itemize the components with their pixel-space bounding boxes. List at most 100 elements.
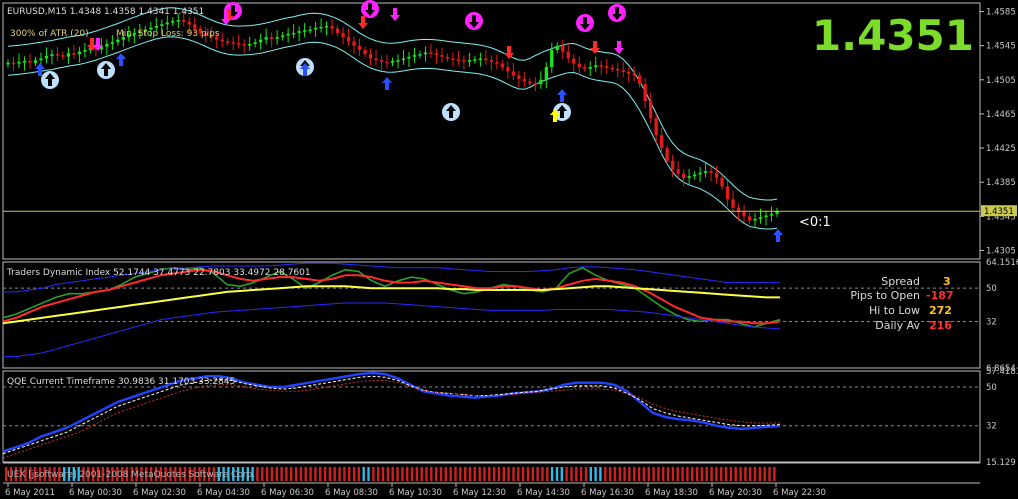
time-tick-label: 6 May 12:30 — [453, 488, 506, 498]
candle-body — [248, 44, 252, 46]
candle-body — [429, 52, 433, 54]
footer-signal-bar — [599, 467, 602, 481]
footer-signal-bar — [425, 467, 428, 481]
candle-body — [649, 101, 653, 119]
candle-body — [495, 61, 499, 64]
footer-signal-bar — [763, 467, 766, 481]
candle-body — [314, 27, 318, 30]
footer-signal-bar — [497, 467, 501, 481]
price-tick-label: 1.4305 — [986, 246, 1016, 256]
footer-signal-bar — [304, 467, 307, 481]
footer-signal-bar — [546, 467, 549, 481]
candle-body — [44, 55, 49, 59]
footer-signal-bar — [319, 467, 322, 481]
tdi-title: Traders Dynamic Index 52.1744 37.4773 22… — [6, 268, 311, 278]
footer-signal-bar — [734, 467, 737, 481]
footer-signal-bar — [377, 467, 380, 481]
candle-body — [319, 26, 323, 29]
footer-copyright: UEX [jsoftware] 2001-2008 MetaQuotes Sof… — [7, 470, 255, 480]
footer-signal-bar — [729, 467, 733, 481]
footer-signal-bar — [710, 467, 713, 481]
candle-body — [22, 61, 27, 63]
candle-body — [418, 54, 422, 56]
candle-body — [264, 37, 268, 40]
candle-body — [753, 218, 757, 221]
footer-signal-bar — [642, 467, 646, 481]
candle-body — [423, 52, 428, 55]
candle-body — [500, 63, 504, 67]
candle-body — [259, 39, 263, 43]
candle-body — [440, 55, 444, 57]
candle-body — [714, 172, 719, 178]
candle-body — [226, 41, 230, 43]
candle-body — [231, 42, 235, 44]
current-price-tag-label: 1.4351 — [984, 207, 1014, 217]
time-tick-label: 6 May 18:30 — [645, 488, 698, 498]
footer-signal-bar — [372, 467, 375, 481]
price-tick-label: 1.4585 — [986, 8, 1016, 18]
price-tick-label: 1.4465 — [986, 110, 1016, 120]
footer-signal-bar — [637, 467, 641, 481]
candle-body — [286, 33, 290, 36]
indicator-tick-label: 32 — [986, 317, 997, 327]
candle-body — [292, 32, 296, 35]
footer-signal-bar — [294, 467, 298, 481]
footer-signal-bar — [386, 467, 390, 481]
footer-signal-bar — [768, 467, 771, 481]
time-tick-label: 6 May 20:30 — [709, 488, 762, 498]
candle-body — [758, 217, 763, 219]
footer-signal-bar — [468, 467, 472, 481]
candle-body — [489, 60, 493, 62]
footer-signal-bar — [753, 467, 757, 481]
candle-body — [478, 58, 482, 60]
candle-body — [456, 59, 461, 61]
candle-body — [687, 176, 691, 178]
footer-signal-bar — [328, 467, 332, 481]
indicator-tick-label: 57.4181 — [986, 367, 1018, 377]
candle-body — [297, 31, 301, 33]
footer-signal-bar — [608, 467, 612, 481]
footer-signal-bar — [502, 467, 505, 481]
footer-signal-bar — [507, 467, 510, 481]
footer-signal-bar — [565, 467, 568, 481]
candle-body — [676, 169, 680, 174]
candle-body — [731, 199, 735, 208]
candle-body — [335, 28, 340, 33]
candle-body — [605, 66, 609, 68]
candle-body — [643, 84, 647, 102]
indicator-tick-label: 50 — [986, 383, 997, 393]
candle-body — [467, 60, 472, 62]
footer-signal-bar — [647, 467, 650, 481]
footer-signal-bar — [720, 467, 723, 481]
candle-body — [171, 20, 175, 23]
indicator-tick-label: 50 — [986, 284, 997, 294]
footer-signal-bar — [348, 467, 351, 481]
candle-body — [72, 53, 76, 55]
candle-body — [720, 177, 724, 187]
time-tick-label: 6 May 06:30 — [261, 488, 314, 498]
footer-signal-bar — [435, 467, 438, 481]
footer-signal-bar — [261, 467, 264, 481]
stop-loss-label: Min. Stop Loss: 93 pips — [116, 29, 220, 39]
time-tick-label: 6 May 14:30 — [517, 488, 570, 498]
candle-body — [610, 67, 614, 70]
candle-body — [346, 37, 351, 42]
candle-body — [764, 215, 768, 218]
candle-body — [105, 44, 109, 47]
candle-body — [110, 42, 114, 44]
footer-signal-bar — [333, 467, 336, 481]
candle-body — [555, 45, 559, 50]
footer-signal-bar — [575, 467, 578, 481]
symbol-header: EURUSD,M15 1.4348 1.4358 1.4341 1.4351 — [7, 7, 204, 17]
candle-body — [660, 135, 664, 149]
candle-body — [599, 65, 603, 67]
footer-signal-bar — [459, 467, 462, 481]
footer-signal-bar — [623, 467, 626, 481]
candle-body — [242, 44, 246, 46]
candle-body — [83, 49, 87, 52]
footer-signal-bar — [773, 467, 776, 481]
candle-body — [66, 53, 71, 57]
footer-signal-bar — [695, 467, 699, 481]
candle-body — [566, 51, 570, 59]
info-hilo-label: Hi to Low — [869, 304, 920, 317]
